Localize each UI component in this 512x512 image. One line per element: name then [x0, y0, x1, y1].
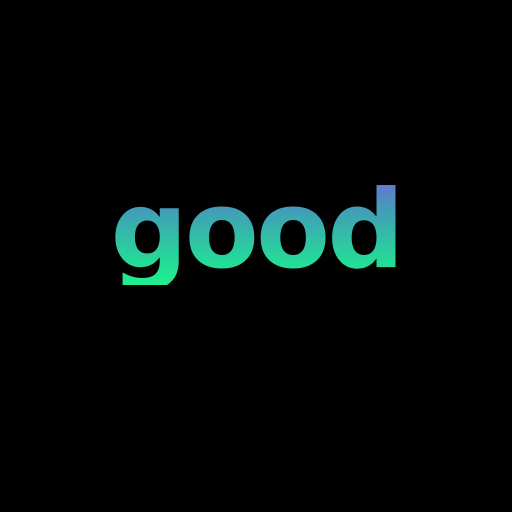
- canvas: good: [0, 0, 512, 512]
- word-good: good: [0, 177, 512, 285]
